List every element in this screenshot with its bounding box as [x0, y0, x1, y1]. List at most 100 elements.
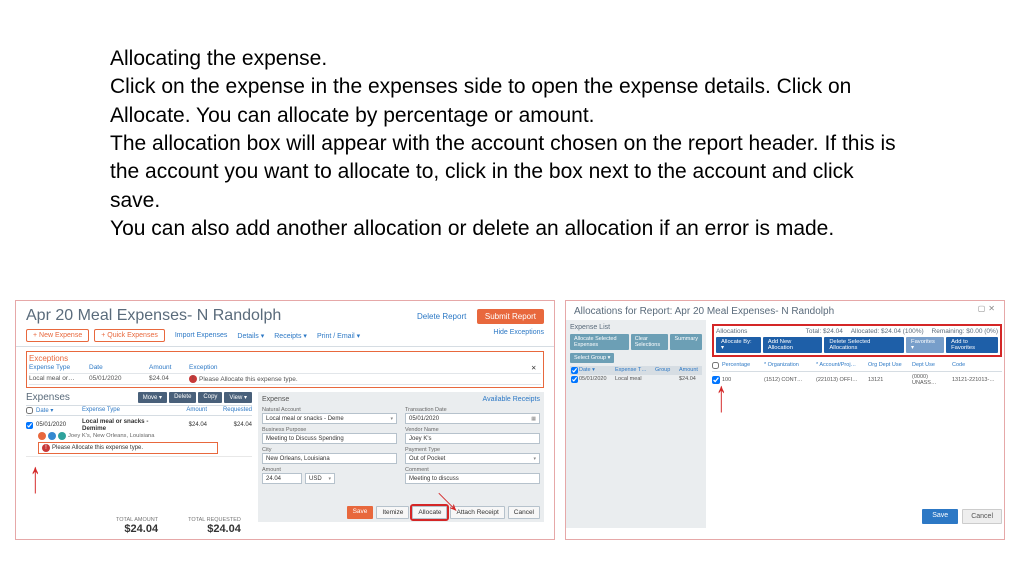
- add-new-allocation-button[interactable]: Add New Allocation: [763, 337, 823, 353]
- currency-select[interactable]: USD▾: [305, 473, 335, 484]
- col-amount[interactable]: Amount: [679, 367, 709, 374]
- city-input[interactable]: New Orleans, Louisiana: [262, 453, 397, 464]
- row-checkbox[interactable]: [571, 376, 578, 383]
- allocate-by-dropdown[interactable]: Allocate By: ▾: [716, 337, 761, 353]
- select-group-dropdown[interactable]: Select Group ▾: [570, 353, 614, 363]
- arrow-up-icon: ↑: [716, 370, 727, 422]
- warning-icon: !: [189, 375, 197, 383]
- receipts-dropdown[interactable]: Receipts ▾: [274, 332, 307, 340]
- delete-selected-allocations-button[interactable]: Delete Selected Allocations: [824, 337, 904, 353]
- select-all-checkbox[interactable]: [571, 367, 578, 374]
- report-title: Apr 20 Meal Expenses- N Randolph: [26, 307, 281, 325]
- vendor-name-input[interactable]: Joey K's: [405, 433, 540, 444]
- expense-row[interactable]: 05/01/2020 Local meal or snacks - Demime…: [26, 416, 252, 457]
- exc-message: Please Allocate this expense type.: [199, 376, 298, 383]
- row-subtitle: Joey K's, New Orleans, Louisiana: [68, 433, 155, 439]
- select-all-checkbox[interactable]: [712, 362, 719, 369]
- summary-button[interactable]: Summary: [670, 334, 702, 350]
- details-dropdown[interactable]: Details ▾: [237, 332, 264, 340]
- select-all-checkbox[interactable]: [26, 407, 33, 414]
- col-exception[interactable]: Exception: [189, 364, 531, 372]
- quick-expenses-button[interactable]: + Quick Expenses: [94, 329, 165, 342]
- close-icon[interactable]: ✕: [988, 304, 998, 313]
- allocate-button[interactable]: Allocate: [412, 506, 447, 519]
- col-date[interactable]: Date ▾: [36, 407, 82, 414]
- arrow-up-icon: ↑: [30, 451, 41, 503]
- row-group: [655, 376, 679, 383]
- minimize-icon[interactable]: ▢: [978, 304, 989, 313]
- natural-account-select[interactable]: Local meal or snacks - Deme▾: [262, 413, 397, 424]
- col-expense-type[interactable]: Expense Type: [29, 364, 89, 372]
- row-type: Local meal: [615, 376, 655, 383]
- business-purpose-input[interactable]: Meeting to Discuss Spending: [262, 433, 397, 444]
- allocations-toolbar-highlight: Allocations Total: $24.04 Allocated: $24…: [712, 324, 1002, 357]
- col-amount[interactable]: Amount: [162, 407, 207, 414]
- hide-exceptions-link[interactable]: Hide Exceptions: [493, 329, 544, 342]
- view-button[interactable]: View ▾: [224, 392, 252, 403]
- total-amount-value: $24.04: [124, 523, 158, 535]
- cancel-button[interactable]: Cancel: [962, 509, 1002, 524]
- row-date: 05/01/2020: [579, 376, 615, 383]
- row-date: 05/01/2020: [36, 422, 82, 428]
- row-checkbox[interactable]: [26, 422, 33, 429]
- comment-input[interactable]: Meeting to discuss: [405, 473, 540, 484]
- row-dept: (0000) UNASS…: [912, 374, 952, 386]
- clear-selections-button[interactable]: Clear Selections: [631, 334, 669, 350]
- allocations-heading: Allocations: [716, 328, 747, 335]
- import-expenses-link[interactable]: Import Expenses: [175, 332, 228, 339]
- col-date[interactable]: Date: [89, 364, 149, 372]
- col-amount[interactable]: Amount: [149, 364, 189, 372]
- row-type: Local meal or snacks - Demime: [82, 418, 162, 432]
- itemize-button[interactable]: Itemize: [376, 506, 409, 519]
- delete-button[interactable]: Delete: [169, 392, 196, 403]
- row-warning: Please Allocate this expense type.: [52, 445, 143, 451]
- row-code: 13121-221013-…: [952, 377, 1002, 383]
- save-button[interactable]: Save: [922, 509, 958, 524]
- exc-type: Local meal or…: [29, 375, 89, 383]
- col-org-dept[interactable]: Org Dept Use: [868, 362, 912, 369]
- row-amount: $24.04: [162, 422, 207, 428]
- col-dept[interactable]: Dept Use: [912, 362, 952, 369]
- allocation-row[interactable]: 100 (1512) CONT… (221013) OFFI… 13121 (0…: [712, 372, 1002, 388]
- add-to-favorites-button[interactable]: Add to Favorites: [946, 337, 998, 353]
- instruction-line: Allocating the expense.: [110, 45, 900, 73]
- favorites-dropdown[interactable]: Favorites ▾: [906, 337, 944, 353]
- close-icon[interactable]: ✕: [531, 364, 541, 372]
- save-button[interactable]: Save: [347, 506, 374, 519]
- move-button[interactable]: Move ▾: [138, 392, 167, 403]
- expense-detail-panel: Expense Available Receipts Natural Accou…: [258, 392, 544, 522]
- expense-list-row[interactable]: 05/01/2020 Local meal $24.04: [570, 375, 702, 384]
- col-type[interactable]: Expense T…: [615, 367, 655, 374]
- col-date[interactable]: Date ▾: [579, 367, 615, 374]
- cancel-button[interactable]: Cancel: [508, 506, 540, 519]
- payment-type-select[interactable]: Out of Pocket▾: [405, 453, 540, 464]
- col-group[interactable]: Group: [655, 367, 679, 374]
- col-requested[interactable]: Requested: [207, 407, 252, 414]
- expense-tab[interactable]: Expense: [262, 396, 289, 403]
- allocated-text: Allocated: $24.04 (100%): [851, 328, 924, 335]
- row-requested: $24.04: [207, 422, 252, 428]
- total-requested-value: $24.04: [207, 523, 241, 535]
- row-amount: $24.04: [679, 376, 709, 383]
- remaining-text: Remaining: $0.00 (0%): [932, 328, 998, 335]
- col-type[interactable]: Expense Type: [82, 407, 162, 414]
- amount-input[interactable]: 24.04: [262, 473, 302, 484]
- allocate-selected-button[interactable]: Allocate Selected Expenses: [570, 334, 629, 350]
- submit-report-button[interactable]: Submit Report: [477, 309, 544, 324]
- status-icon: [48, 432, 56, 440]
- total-text: Total: $24.04: [806, 328, 843, 335]
- copy-button[interactable]: Copy: [198, 392, 222, 403]
- row-org: (1512) CONT…: [764, 377, 816, 383]
- available-receipts-link[interactable]: Available Receipts: [483, 396, 540, 403]
- new-expense-button[interactable]: + New Expense: [26, 329, 89, 342]
- allocations-title: Allocations for Report: Apr 20 Meal Expe…: [566, 301, 1004, 320]
- col-code[interactable]: Code: [952, 362, 1002, 369]
- delete-report-link[interactable]: Delete Report: [417, 312, 466, 321]
- calendar-icon: ▦: [531, 416, 536, 422]
- col-percentage[interactable]: Percentage: [722, 362, 764, 369]
- print-email-dropdown[interactable]: Print / Email ▾: [317, 332, 360, 340]
- col-account[interactable]: * Account/Proj…: [816, 362, 868, 369]
- expense-list-sidebar: Expense List Allocate Selected Expenses …: [566, 320, 706, 528]
- col-organization[interactable]: * Organization: [764, 362, 816, 369]
- transaction-date-input[interactable]: 05/01/2020▦: [405, 413, 540, 424]
